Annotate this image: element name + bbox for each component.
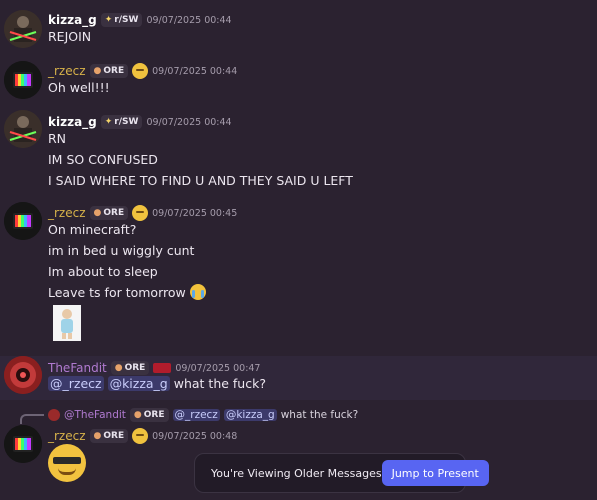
fire-icon: ●	[93, 66, 102, 76]
timestamp: 09/07/2025 00:44	[152, 65, 238, 77]
server-tag[interactable]: ● ORE	[89, 429, 129, 443]
sunglasses-emoji-icon	[48, 444, 86, 482]
username[interactable]: kizza_g	[48, 115, 97, 129]
server-tag[interactable]: ● ORE	[110, 361, 150, 375]
timestamp: 09/07/2025 00:44	[146, 116, 232, 128]
avatar[interactable]	[4, 202, 42, 240]
server-tag-label: ORE	[143, 410, 165, 420]
message-text: im in bed u wiggly cunt	[48, 243, 195, 258]
message-text: Oh well!!!	[48, 80, 110, 95]
thinking-emoji-icon	[132, 428, 149, 444]
server-tag-label: ORE	[103, 66, 125, 76]
username[interactable]: _rzecz	[48, 64, 86, 78]
message-text: On minecraft?	[48, 222, 137, 237]
star-icon: ✦	[104, 15, 113, 25]
fire-icon: ●	[93, 431, 102, 441]
banner-text: You're Viewing Older Messages	[211, 466, 382, 480]
mention[interactable]: @_rzecz	[48, 376, 104, 391]
server-tag: ● ORE	[129, 408, 169, 422]
avatar[interactable]	[4, 61, 42, 99]
message-text: what the fuck?	[173, 376, 266, 391]
server-tag-label: ORE	[124, 363, 146, 373]
server-tag-label: r/SW	[114, 117, 139, 127]
message-text: Leave ts for tomorrow	[48, 285, 186, 300]
mention: @_rzecz	[172, 409, 220, 421]
older-messages-banner: You're Viewing Older Messages Jump to Pr…	[194, 453, 489, 493]
mention: @kizza_g	[223, 409, 277, 421]
fire-icon: ●	[93, 208, 102, 218]
thinking-emoji-icon	[132, 63, 149, 79]
crying-emoji-icon	[189, 284, 206, 300]
message-text: REJOIN	[48, 29, 92, 44]
username[interactable]: TheFandit	[48, 361, 107, 375]
message-text: RN	[48, 131, 67, 146]
server-tag-label: ORE	[103, 431, 125, 441]
thinking-emoji-icon	[132, 205, 149, 221]
avatar[interactable]	[4, 356, 42, 394]
message-text: Im about to sleep	[48, 264, 158, 279]
server-tag[interactable]: ● ORE	[89, 206, 129, 220]
timestamp: 09/07/2025 00:45	[152, 207, 238, 219]
username[interactable]: kizza_g	[48, 13, 97, 27]
username[interactable]: _rzecz	[48, 206, 86, 220]
avatar[interactable]	[4, 425, 42, 463]
badge-icon	[153, 363, 172, 373]
avatar[interactable]	[4, 110, 42, 148]
star-icon: ✦	[104, 117, 113, 127]
message-line: @_rzecz @kizza_g what the fuck?	[48, 376, 266, 391]
server-tag[interactable]: ● ORE	[89, 64, 129, 78]
reply-preview[interactable]: @TheFandit ● ORE @_rzecz @kizza_g what th…	[48, 407, 358, 423]
message-text: I SAID WHERE TO FIND U AND THEY SAID U L…	[48, 173, 353, 188]
server-tag-label: ORE	[103, 208, 125, 218]
server-tag-label: r/SW	[114, 15, 139, 25]
jump-to-present-button[interactable]: Jump to Present	[381, 460, 489, 486]
server-tag[interactable]: ✦ r/SW	[100, 13, 143, 27]
fire-icon: ●	[133, 410, 142, 420]
reply-text: what the fuck?	[280, 409, 359, 421]
server-tag[interactable]: ✦ r/SW	[100, 115, 143, 129]
message-line: Leave ts for tomorrow	[48, 284, 206, 300]
reply-avatar	[48, 409, 60, 421]
sticker-image[interactable]	[53, 305, 81, 341]
reply-connector	[20, 414, 44, 424]
message-text: IM SO CONFUSED	[48, 152, 158, 167]
fire-icon: ●	[114, 363, 123, 373]
mention[interactable]: @kizza_g	[107, 376, 170, 391]
reply-username[interactable]: @TheFandit	[64, 409, 126, 421]
timestamp: 09/07/2025 00:48	[152, 430, 238, 442]
avatar[interactable]	[4, 10, 42, 48]
timestamp: 09/07/2025 00:47	[175, 362, 261, 374]
timestamp: 09/07/2025 00:44	[146, 14, 232, 26]
username[interactable]: _rzecz	[48, 429, 86, 443]
